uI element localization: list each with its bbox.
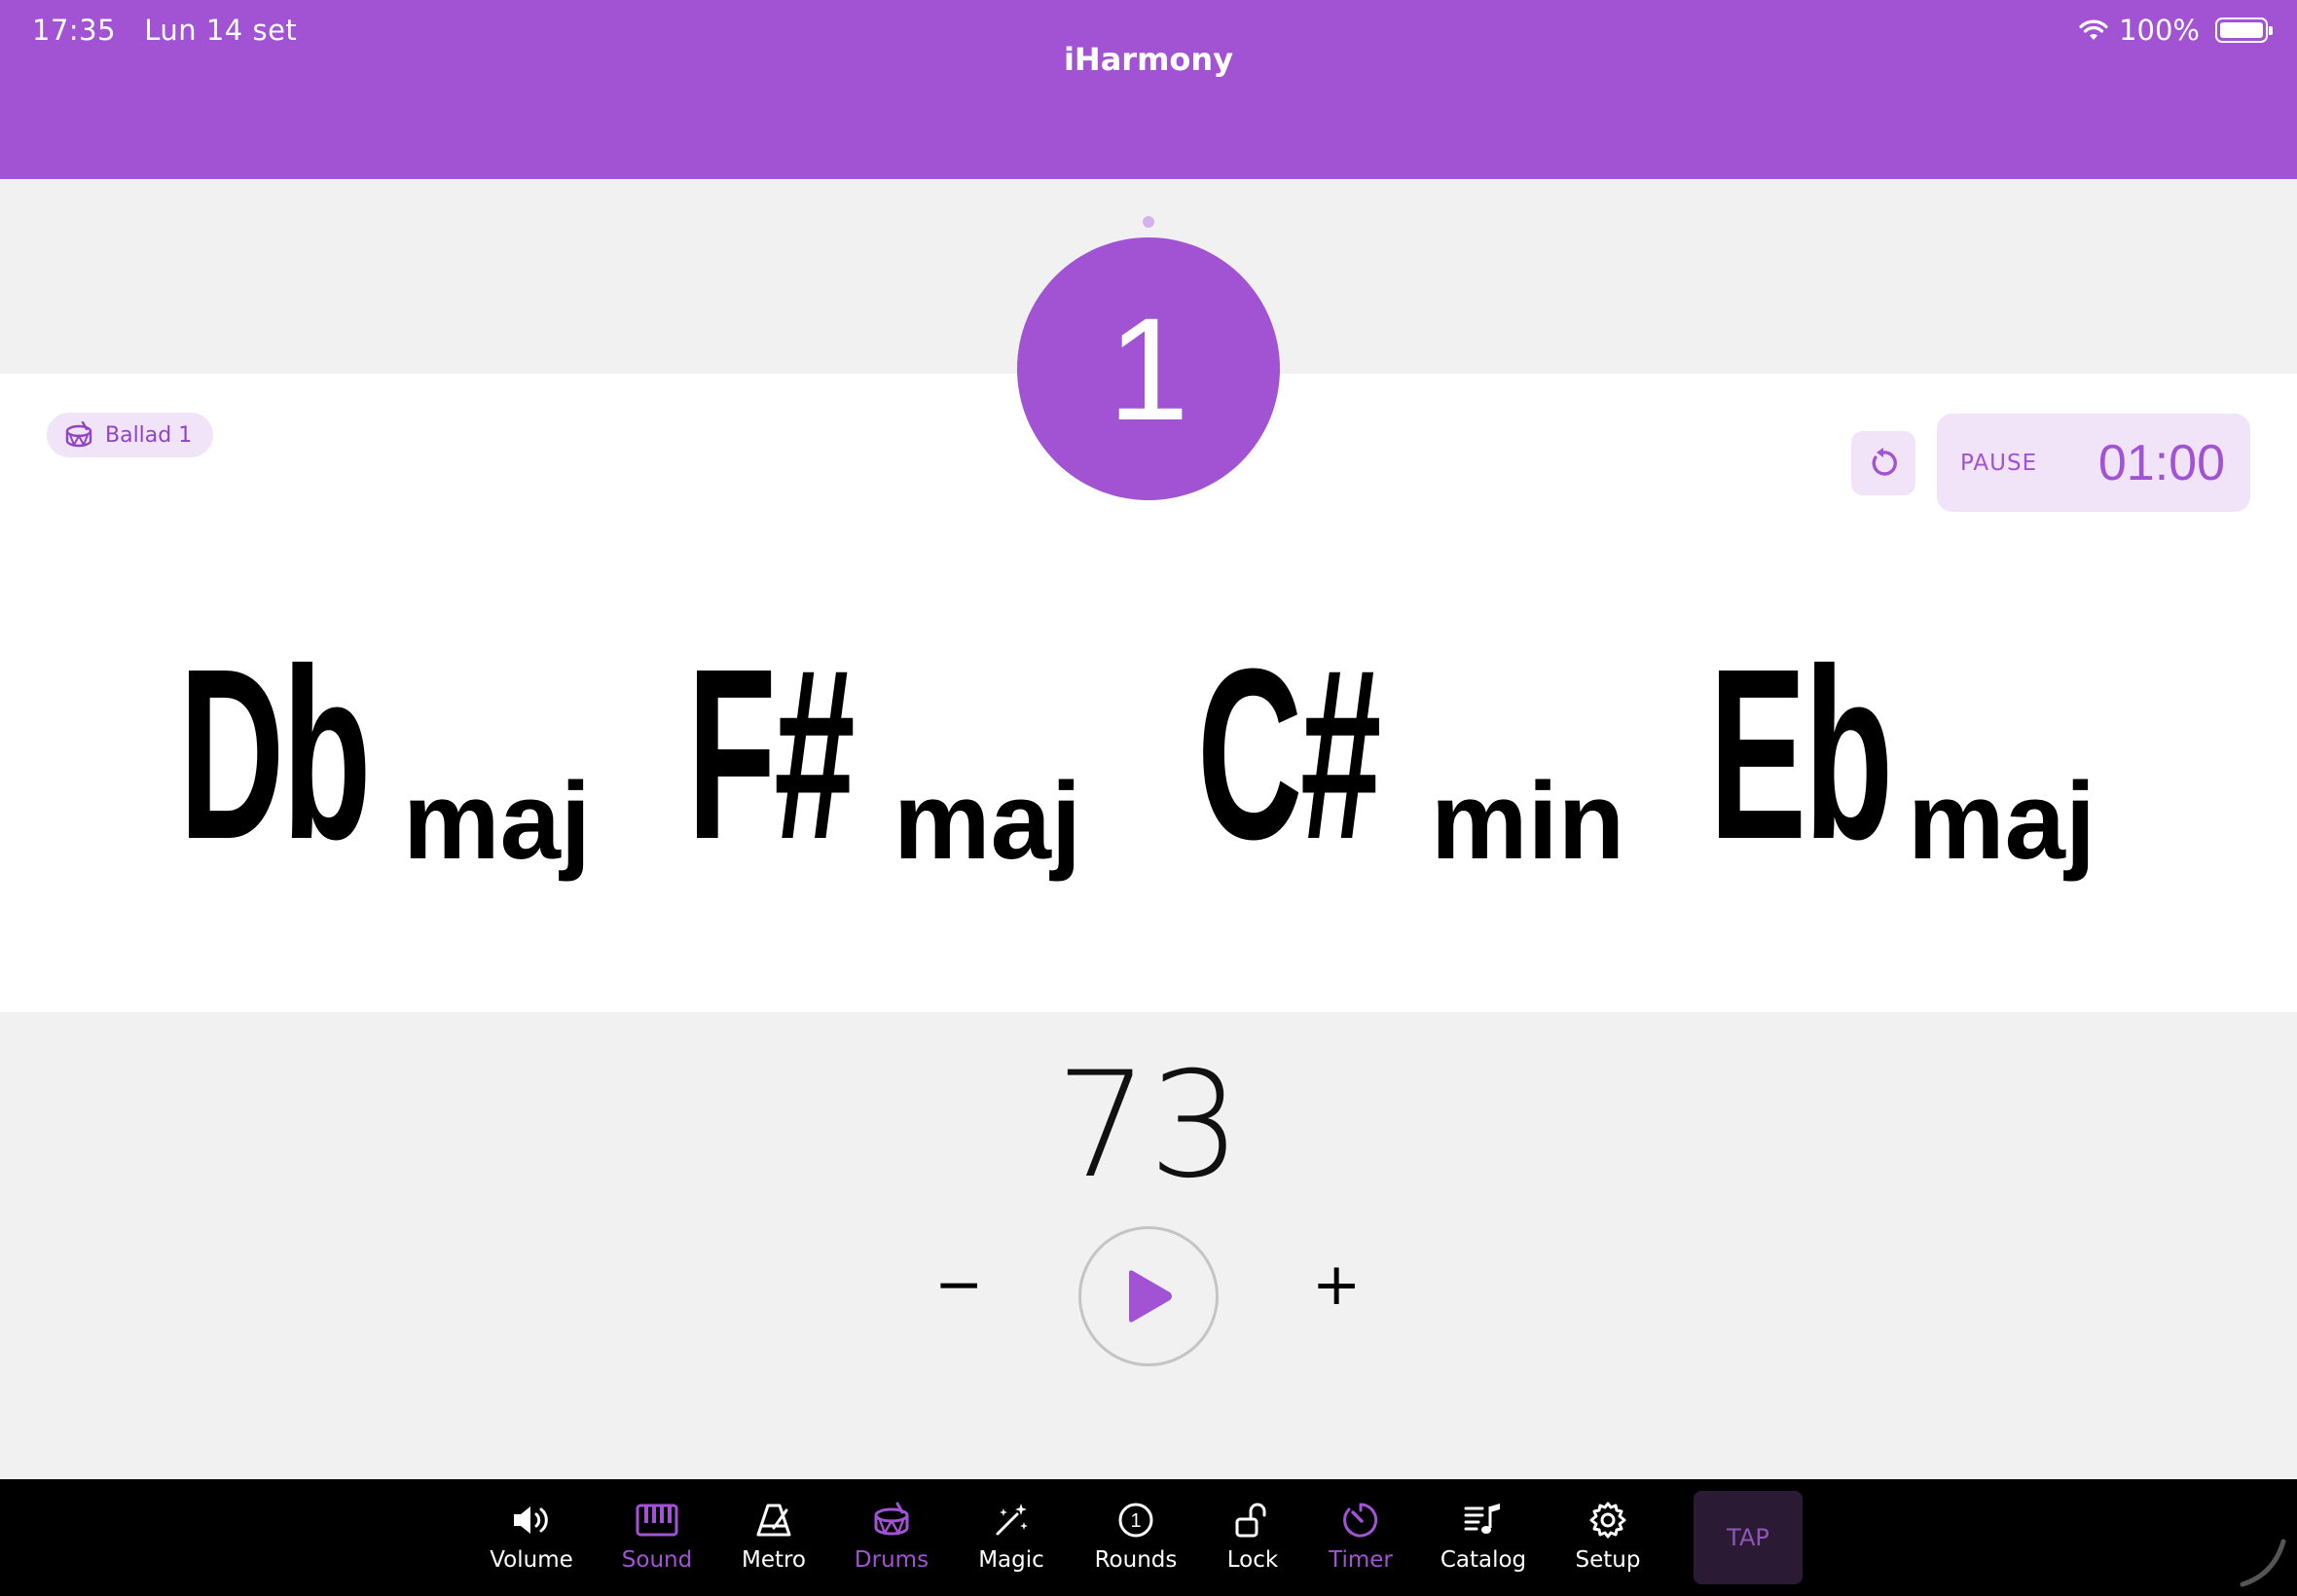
chord-1[interactable]: Db maj bbox=[179, 633, 591, 876]
toolbar-rounds[interactable]: 1 Rounds bbox=[1077, 1499, 1194, 1573]
piano-icon bbox=[636, 1504, 678, 1537]
toolbar-label: Catalog bbox=[1440, 1547, 1527, 1573]
play-button[interactable] bbox=[1078, 1226, 1219, 1366]
drum-pattern-label: Ballad 1 bbox=[105, 422, 193, 448]
toolbar-label: Timer bbox=[1329, 1547, 1393, 1573]
toolbar-lock[interactable]: Lock bbox=[1194, 1499, 1311, 1573]
timer-pause-label[interactable]: PAUSE bbox=[1960, 451, 2037, 476]
rounds-icon: 1 bbox=[1118, 1503, 1153, 1538]
chord-4[interactable]: Eb maj bbox=[1709, 633, 2096, 876]
timer-display[interactable]: PAUSE 01:00 bbox=[1937, 414, 2250, 512]
wifi-icon bbox=[2079, 19, 2108, 40]
toolbar-metro[interactable]: Metro bbox=[715, 1499, 832, 1573]
toolbar-catalog[interactable]: Catalog bbox=[1425, 1499, 1542, 1573]
tempo-value[interactable]: 73 bbox=[0, 1041, 2297, 1211]
timer-icon bbox=[1343, 1503, 1378, 1538]
navigation-bar: 17:35 Lun 14 set 100% iHarmony bbox=[0, 0, 2297, 179]
toolbar-timer[interactable]: Timer bbox=[1302, 1499, 1419, 1573]
bottom-toolbar: Volume Sound Metro Drums Magic 1 Rounds … bbox=[0, 1479, 2297, 1596]
chord-root: F# bbox=[687, 618, 856, 889]
beat-counter: 1 bbox=[1017, 237, 1280, 500]
unlock-icon bbox=[1235, 1503, 1266, 1538]
toolbar-label: Volume bbox=[490, 1547, 573, 1573]
chord-quality: maj bbox=[403, 760, 591, 882]
toolbar-label: Sound bbox=[621, 1547, 693, 1573]
chord-3[interactable]: C# min bbox=[1197, 633, 1624, 876]
speaker-icon bbox=[514, 1506, 548, 1534]
app-title: iHarmony bbox=[1063, 41, 1234, 78]
battery-icon bbox=[2215, 18, 2273, 43]
play-icon bbox=[1129, 1270, 1172, 1323]
tempo-increase-button[interactable]: + bbox=[1312, 1255, 1361, 1314]
scribble-indicator-icon bbox=[2240, 1539, 2286, 1587]
chord-root: Eb bbox=[1709, 618, 1893, 889]
toolbar-label: Magic bbox=[978, 1547, 1044, 1573]
magic-wand-icon bbox=[996, 1504, 1028, 1536]
toolbar-volume[interactable]: Volume bbox=[473, 1499, 590, 1573]
drum-icon bbox=[874, 1502, 909, 1536]
toolbar-label: Metro bbox=[741, 1547, 807, 1573]
toolbar-magic[interactable]: Magic bbox=[953, 1499, 1070, 1573]
metronome-icon bbox=[756, 1504, 791, 1537]
rounds-badge: 1 bbox=[1130, 1510, 1141, 1532]
timer-value: 01:00 bbox=[2097, 434, 2225, 491]
toolbar-label: Drums bbox=[854, 1547, 930, 1573]
reset-timer-button[interactable] bbox=[1851, 431, 1915, 495]
toolbar-label: Rounds bbox=[1094, 1547, 1178, 1573]
chord-quality: min bbox=[1431, 760, 1625, 882]
toolbar-sound[interactable]: Sound bbox=[599, 1499, 715, 1573]
chord-progression: Db maj F# maj C# min Eb maj bbox=[0, 633, 2297, 895]
toolbar-label: Setup bbox=[1575, 1547, 1641, 1573]
gear-icon bbox=[1589, 1502, 1626, 1539]
drum-icon bbox=[65, 421, 92, 448]
chord-quality: maj bbox=[1908, 760, 2096, 882]
drum-pattern-pill[interactable]: Ballad 1 bbox=[47, 413, 214, 457]
chord-root: Db bbox=[179, 618, 372, 889]
toolbar-setup[interactable]: Setup bbox=[1550, 1499, 1666, 1573]
catalog-icon bbox=[1464, 1504, 1500, 1534]
chord-2[interactable]: F# maj bbox=[687, 633, 1081, 876]
toolbar-label: Lock bbox=[1226, 1547, 1279, 1573]
toolbar-drums[interactable]: Drums bbox=[833, 1499, 950, 1573]
beat-number: 1 bbox=[1108, 286, 1189, 451]
chord-root: C# bbox=[1197, 618, 1381, 889]
tempo-decrease-button[interactable]: − bbox=[934, 1255, 983, 1314]
tap-tempo-button[interactable]: TAP bbox=[1694, 1491, 1803, 1584]
chord-quality: maj bbox=[893, 760, 1081, 882]
page-indicator-dot bbox=[1143, 216, 1154, 228]
reset-icon bbox=[1872, 448, 1897, 476]
